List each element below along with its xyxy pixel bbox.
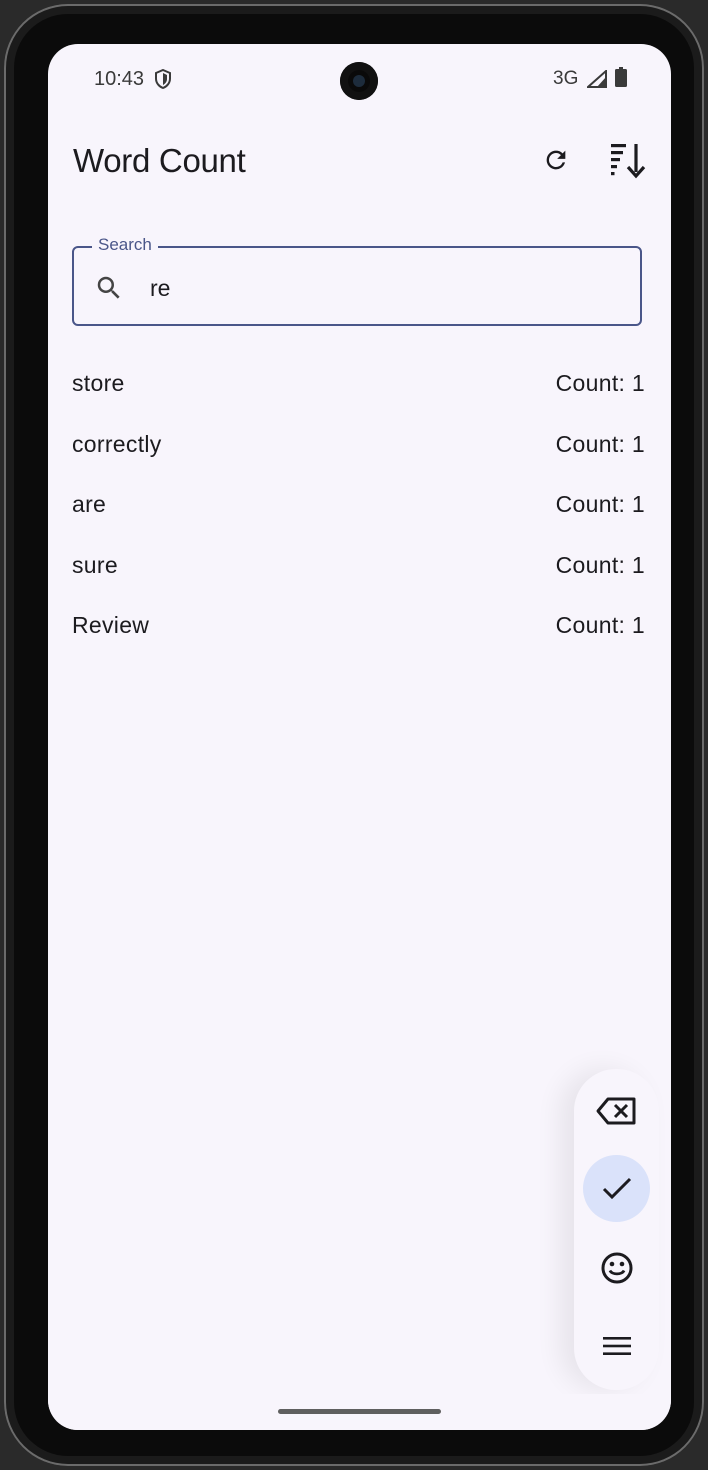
keyboard-toolbar [574, 1069, 659, 1390]
search-input[interactable] [150, 270, 610, 306]
menu-button[interactable] [583, 1312, 650, 1379]
list-item[interactable]: correctly Count: 1 [72, 417, 645, 478]
word-text: sure [72, 551, 118, 578]
screen: 10:43 3G Word Count Search re store Coun… [48, 44, 671, 1430]
emoji-button[interactable] [583, 1234, 650, 1301]
backspace-icon [596, 1097, 635, 1124]
check-button[interactable] [583, 1155, 650, 1222]
word-text: store [72, 370, 125, 396]
list-item[interactable]: are Count: 1 [72, 477, 645, 538]
emoji-icon [601, 1252, 632, 1283]
backspace-button[interactable] [583, 1077, 650, 1144]
word-count: Count: 1 [555, 551, 645, 578]
refresh-icon [546, 150, 566, 170]
list-item[interactable]: Review Count: 1 [72, 598, 645, 659]
navigation-bar [48, 1394, 671, 1430]
network-type: 3G [553, 68, 579, 89]
word-count: Count: 1 [555, 612, 645, 639]
list-item[interactable]: sure Count: 1 [72, 538, 645, 599]
word-count: Count: 1 [555, 491, 645, 518]
app-title: Word Count [73, 142, 246, 179]
word-count: Count: 1 [555, 430, 645, 457]
sort-icon [611, 144, 646, 179]
home-gesture-handle[interactable] [278, 1409, 441, 1414]
shield-icon [155, 69, 171, 89]
list-item[interactable]: store Count: 1 [72, 356, 645, 417]
search-icon [97, 276, 120, 299]
status-time: 10:43 [94, 68, 145, 90]
menu-icon [602, 1336, 631, 1355]
signal-icon [587, 70, 607, 88]
battery-icon [615, 67, 627, 87]
word-list: store Count: 1 correctly Count: 1 are Co… [72, 356, 645, 659]
word-count: Count: 1 [555, 370, 645, 396]
sort-button[interactable] [604, 136, 652, 184]
device-frame: 10:43 3G Word Count Search re store Coun… [4, 4, 704, 1466]
word-text: Review [72, 612, 150, 639]
search-field[interactable]: Search [72, 235, 642, 326]
word-text: are [72, 491, 107, 518]
word-text: correctly [72, 430, 162, 457]
search-label: Search [92, 235, 158, 255]
camera-cutout [340, 62, 378, 100]
check-icon [602, 1177, 631, 1199]
app-bar: Word Count [48, 124, 671, 196]
refresh-button[interactable] [532, 136, 580, 184]
status-bar: 10:43 3G [48, 44, 671, 114]
